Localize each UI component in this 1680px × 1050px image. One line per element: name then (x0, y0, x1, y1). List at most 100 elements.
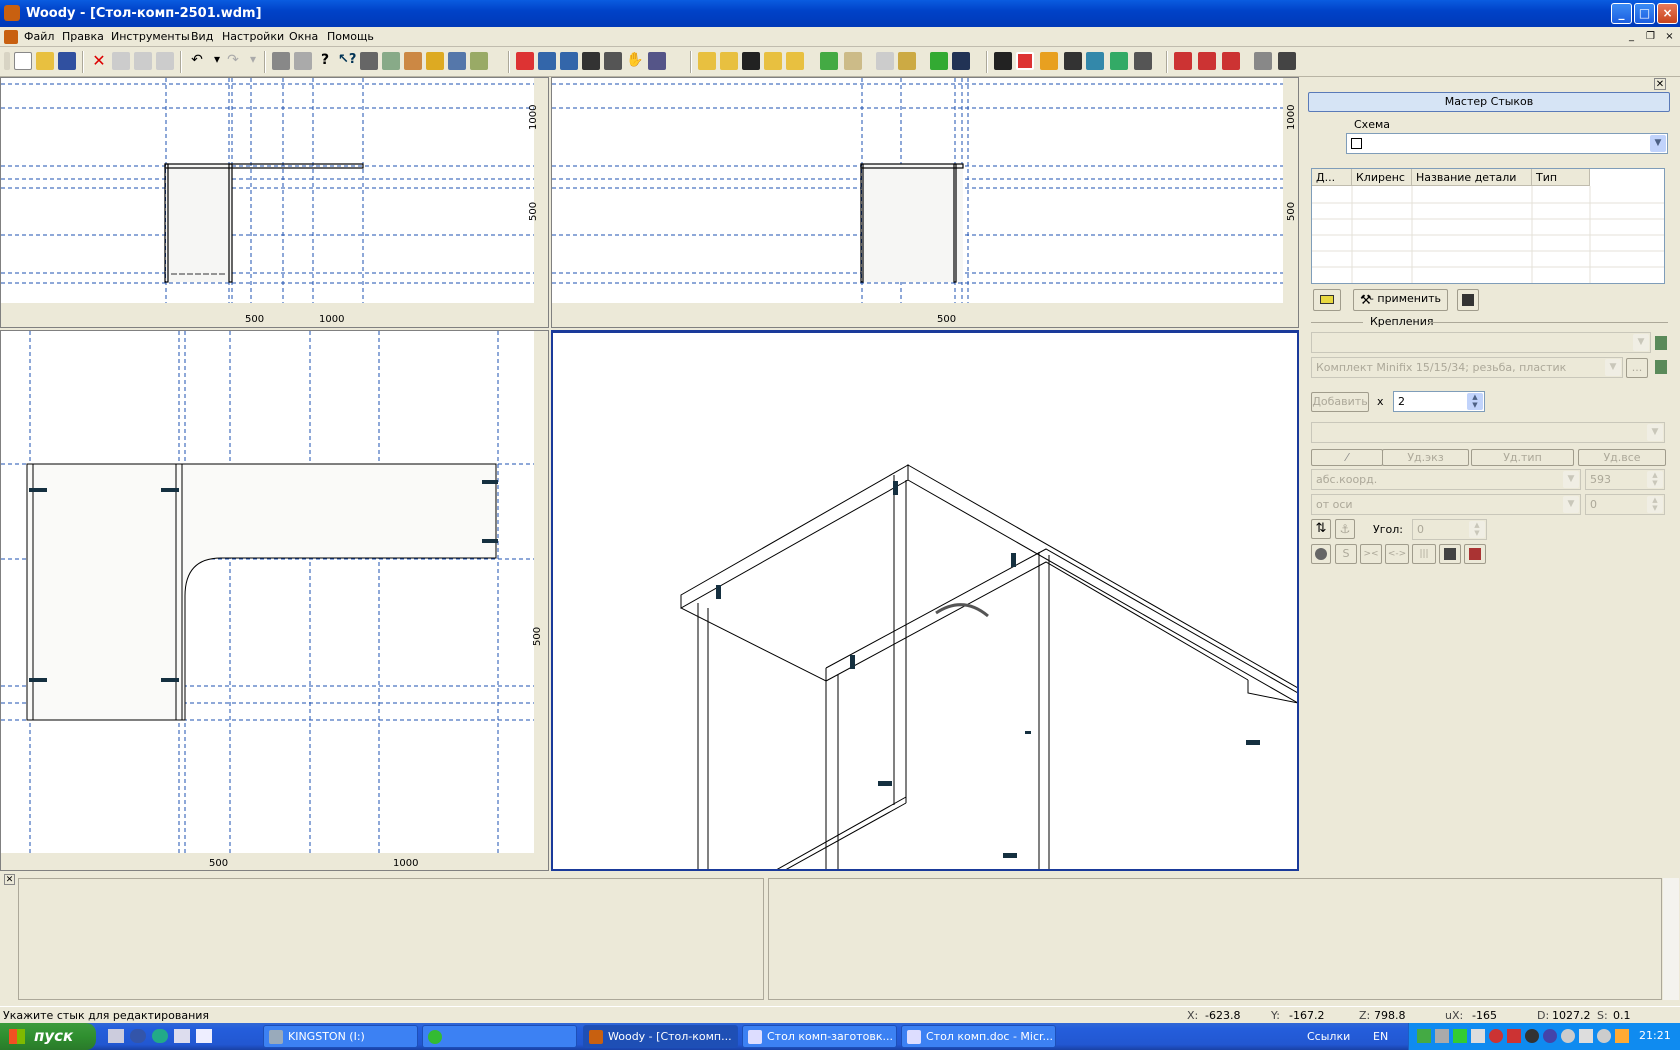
redo-icon[interactable]: ↷ (224, 52, 242, 70)
coord-value-spinner[interactable]: 593 ▲ ▼ (1585, 469, 1665, 490)
red-tool1-icon[interactable] (1174, 52, 1192, 70)
tray-icon[interactable] (1453, 1029, 1467, 1043)
more-button[interactable]: ... (1626, 358, 1648, 378)
copy-icon[interactable] (134, 52, 152, 70)
task-word[interactable]: Стол комп.doc - Micr... (901, 1025, 1056, 1048)
zoom-extents-icon[interactable] (648, 52, 666, 70)
mdi-restore-button[interactable]: ❐ (1643, 30, 1658, 44)
spin-arrows-icon[interactable]: ▲ ▼ (1647, 496, 1663, 513)
volume-icon[interactable] (1471, 1029, 1485, 1043)
minimize-button[interactable]: _ (1611, 3, 1632, 24)
zoom-icon[interactable] (560, 52, 578, 70)
image-icon[interactable] (448, 52, 466, 70)
menu-help[interactable]: Помощь (325, 29, 376, 44)
select-icon[interactable] (516, 52, 534, 70)
measure-icon[interactable] (1134, 52, 1152, 70)
ie-icon[interactable] (130, 1029, 146, 1043)
panel-close-icon[interactable]: ✕ (1654, 78, 1666, 90)
tray-icon[interactable] (1579, 1029, 1593, 1043)
mdi-minimize-button[interactable]: _ (1624, 30, 1639, 44)
material-icon[interactable] (1040, 52, 1058, 70)
schema-select[interactable]: ▼ (1346, 133, 1668, 154)
wand-icon[interactable] (470, 52, 488, 70)
viewport-top[interactable]: 500 1000 500 (0, 330, 549, 871)
delete-type-button[interactable]: Уд.тип (1471, 449, 1574, 466)
spin-arrows-icon[interactable]: ▲ ▼ (1467, 393, 1483, 410)
menu-file[interactable]: Файл (22, 29, 56, 44)
maximize-button[interactable]: □ (1634, 3, 1655, 24)
task-kingston[interactable]: KINGSTON (I:) (263, 1025, 418, 1048)
tray-icon[interactable] (1525, 1029, 1539, 1043)
save-icon[interactable] (58, 52, 76, 70)
layers-icon[interactable] (404, 52, 422, 70)
menu-windows[interactable]: Окна (287, 29, 320, 44)
tray-icon[interactable] (1543, 1029, 1557, 1043)
zoom-window-icon[interactable] (538, 52, 556, 70)
chevron-down-icon[interactable]: ▼ (1633, 334, 1649, 351)
viewport-3d[interactable] (551, 330, 1299, 871)
print-icon[interactable] (272, 52, 290, 70)
drawer-icon[interactable] (764, 52, 782, 70)
links-toolbar[interactable]: Ссылки (1307, 1030, 1350, 1043)
cut-icon[interactable] (112, 52, 130, 70)
chevron-down-icon[interactable]: ▼ (1647, 424, 1663, 441)
new-file-icon[interactable] (14, 52, 32, 70)
spin-arrows-icon[interactable]: ▲ ▼ (1647, 471, 1663, 488)
light1-icon[interactable] (1254, 52, 1272, 70)
red-tool3-icon[interactable] (1222, 52, 1240, 70)
undo-icon[interactable]: ↶ (188, 52, 206, 70)
edge-icon[interactable] (898, 52, 916, 70)
color-icon[interactable] (820, 52, 838, 70)
light2-icon[interactable] (1278, 52, 1296, 70)
count-spinner[interactable]: 2 ▲ ▼ (1393, 391, 1485, 412)
delete-all-button[interactable]: Уд.все (1578, 449, 1666, 466)
arrow-right-icon[interactable] (930, 52, 948, 70)
task-woody[interactable]: Woody - [Стол-комп... (583, 1025, 738, 1048)
bars-button[interactable]: ||| (1412, 544, 1436, 564)
add-button[interactable]: Добавить (1311, 392, 1369, 412)
close-button[interactable]: × (1657, 3, 1678, 24)
list-icon[interactable] (1655, 360, 1667, 374)
menu-view[interactable]: Вид (189, 29, 215, 44)
chevron-down-icon[interactable]: ▼ (1605, 359, 1621, 376)
tray-icon[interactable] (1507, 1029, 1521, 1043)
tool1-icon[interactable] (360, 52, 378, 70)
delete-icon[interactable]: ✕ (90, 52, 108, 70)
scrollbar[interactable] (1663, 878, 1679, 1000)
cylinder-icon[interactable] (1086, 52, 1104, 70)
door-icon[interactable] (844, 52, 862, 70)
angle-spinner[interactable]: 0 ▲ ▼ (1412, 519, 1487, 540)
menu-settings[interactable]: Настройки (220, 29, 286, 44)
anchor-button[interactable]: ⚓ (1335, 519, 1355, 539)
print-preview-icon[interactable] (294, 52, 312, 70)
coord-mode-select[interactable]: абс.коорд. ▼ (1311, 469, 1581, 490)
media-icon[interactable] (196, 1029, 212, 1043)
tray-icon[interactable] (1417, 1029, 1431, 1043)
axis-value-spinner[interactable]: 0 ▲ ▼ (1585, 494, 1665, 515)
help-icon[interactable]: ? (316, 52, 334, 70)
tree-icon[interactable] (952, 52, 970, 70)
context-help-icon[interactable]: ↖? (338, 52, 356, 70)
open-folder-icon[interactable] (36, 52, 54, 70)
list-icon[interactable] (1655, 336, 1667, 350)
paste-icon[interactable] (156, 52, 174, 70)
expand-button[interactable]: <-> (1385, 544, 1409, 564)
cross-icon[interactable] (742, 52, 760, 70)
save-joint-button[interactable] (1457, 289, 1479, 311)
tray-icon[interactable] (1561, 1029, 1575, 1043)
viewport-side[interactable]: 500 1000 500 (551, 77, 1299, 328)
task-app[interactable] (422, 1025, 577, 1048)
eraser-button[interactable] (1313, 289, 1341, 311)
mdi-close-button[interactable]: × (1662, 30, 1677, 44)
woody-app-icon[interactable] (4, 5, 20, 21)
tray-icon[interactable] (1597, 1029, 1611, 1043)
cube-icon[interactable] (1016, 52, 1034, 70)
fastener-kit-select[interactable]: Комплект Minifix 15/15/34; резьба, пласт… (1311, 357, 1623, 378)
chevron-down-icon[interactable]: ▼ (1650, 135, 1666, 152)
axis-mode-select[interactable]: от оси ▼ (1311, 494, 1581, 515)
eye-icon[interactable] (582, 52, 600, 70)
language-indicator[interactable]: EN (1373, 1030, 1388, 1043)
redo-dropdown-icon[interactable]: ▾ (244, 52, 262, 70)
copy-part-icon[interactable] (1110, 52, 1128, 70)
clock[interactable]: 21:21 (1639, 1029, 1671, 1042)
